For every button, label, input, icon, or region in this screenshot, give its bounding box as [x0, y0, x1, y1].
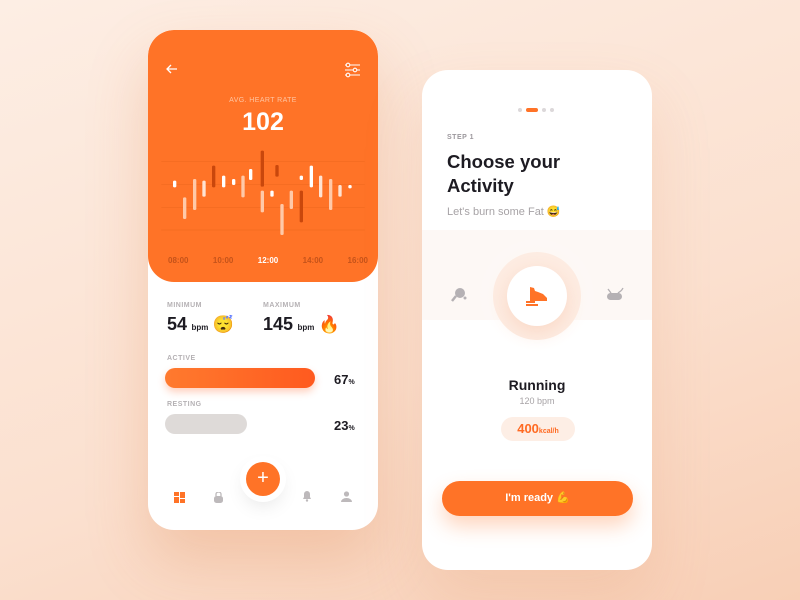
page-dot[interactable] [518, 108, 522, 112]
heart-rate-chart [161, 150, 365, 235]
plus-icon: + [257, 467, 269, 489]
nav-workout[interactable] [214, 490, 223, 508]
maximum-value: 145 [263, 314, 294, 334]
active-label: ACTIVE [167, 355, 196, 362]
kcal-value: 400 [517, 421, 539, 436]
activity-card: STEP 1 Choose your Activity Let's burn so… [422, 70, 652, 570]
heart-rate-bar [260, 190, 264, 213]
maximum-unit: bpm [297, 323, 315, 332]
heart-rate-card: AVG. HEART RATE 102 08:00 10:00 12:00 14:00… [148, 30, 378, 530]
page-title: Choose your Activity [447, 150, 560, 198]
minimum-stat: 54 bpm 😴 [167, 314, 234, 335]
page-dot[interactable] [542, 108, 546, 112]
kcal-unit: kcal/h [538, 428, 559, 435]
maximum-stat: 145 bpm 🔥 [263, 314, 340, 335]
heart-rate-bar [183, 197, 187, 219]
heart-rate-bar [241, 175, 245, 198]
sleeping-emoji: 😴 [212, 315, 234, 334]
activity-name: Running [508, 377, 566, 393]
resting-value: 23 [334, 418, 349, 433]
tennis-icon [451, 288, 467, 302]
activity-option-running[interactable] [507, 266, 567, 326]
time-label[interactable]: 08:00 [168, 256, 188, 265]
heart-rate-bar [299, 175, 303, 180]
active-progress-bar [165, 368, 315, 388]
minimum-value: 54 [167, 314, 188, 334]
heart-rate-bar [270, 190, 274, 197]
im-ready-button[interactable]: I'm ready 💪 [442, 481, 633, 516]
activity-option-rowing[interactable] [607, 287, 625, 306]
heart-rate-bar [338, 185, 342, 197]
running-shoe-icon [526, 287, 547, 306]
heart-rate-bar [260, 150, 264, 187]
minimum-unit: bpm [191, 323, 209, 332]
fire-emoji: 🔥 [318, 315, 341, 334]
minimum-label: MINIMUM [167, 302, 202, 309]
bell-icon [303, 491, 311, 502]
heart-rate-bar [173, 180, 177, 188]
heart-rate-bar [275, 165, 279, 177]
resting-progress-bar [165, 414, 247, 434]
activity-option-tennis[interactable] [451, 287, 467, 308]
resting-percent: 23% [334, 417, 355, 435]
active-percent: 67% [334, 371, 355, 389]
heart-rate-bar [319, 175, 323, 198]
time-label[interactable]: 12:00 [258, 256, 278, 265]
heart-rate-bar [280, 204, 284, 235]
time-label[interactable]: 10:00 [213, 256, 233, 265]
rowing-icon [607, 287, 624, 300]
maximum-label: MAXIMUM [263, 302, 301, 309]
resting-label: RESTING [167, 401, 202, 408]
heart-rate-bar [289, 190, 293, 209]
heart-rate-bar [193, 179, 197, 210]
resting-unit: % [348, 425, 355, 432]
nav-dashboard[interactable] [174, 490, 185, 508]
nav-notifications[interactable] [302, 489, 312, 507]
title-line-1: Choose your [447, 151, 561, 172]
heart-rate-bar [232, 179, 236, 185]
nav-profile[interactable] [341, 489, 352, 507]
dashboard-icon [174, 492, 185, 503]
add-button[interactable]: + [246, 462, 280, 496]
calories-badge: 400kcal/h [501, 417, 575, 441]
time-label[interactable]: 14:00 [303, 256, 323, 265]
time-axis: 08:00 10:00 12:00 14:00 16:00 [168, 256, 368, 265]
heart-rate-bar [212, 165, 216, 188]
page-dot[interactable] [550, 108, 554, 112]
title-line-2: Activity [447, 175, 514, 196]
activity-bpm: 120 bpm [519, 396, 555, 406]
heart-rate-bar [222, 175, 226, 188]
kettlebell-icon [214, 491, 223, 503]
heart-rate-bar [249, 169, 253, 180]
subtitle: Let's burn some Fat 😅 [447, 206, 561, 218]
page-indicator [518, 108, 554, 112]
time-label[interactable]: 16:00 [348, 256, 368, 265]
user-icon [341, 491, 352, 502]
step-label: STEP 1 [447, 134, 474, 141]
active-value: 67 [334, 372, 349, 387]
heart-rate-header: AVG. HEART RATE 102 08:00 10:00 12:00 14:00… [148, 30, 378, 282]
heart-rate-bar [348, 185, 352, 189]
heart-rate-bar [309, 165, 313, 188]
heart-rate-bar [329, 179, 333, 210]
heart-rate-bar [202, 180, 206, 197]
heart-rate-bar [299, 190, 303, 223]
active-unit: % [348, 379, 355, 386]
page-dot[interactable] [526, 108, 538, 112]
